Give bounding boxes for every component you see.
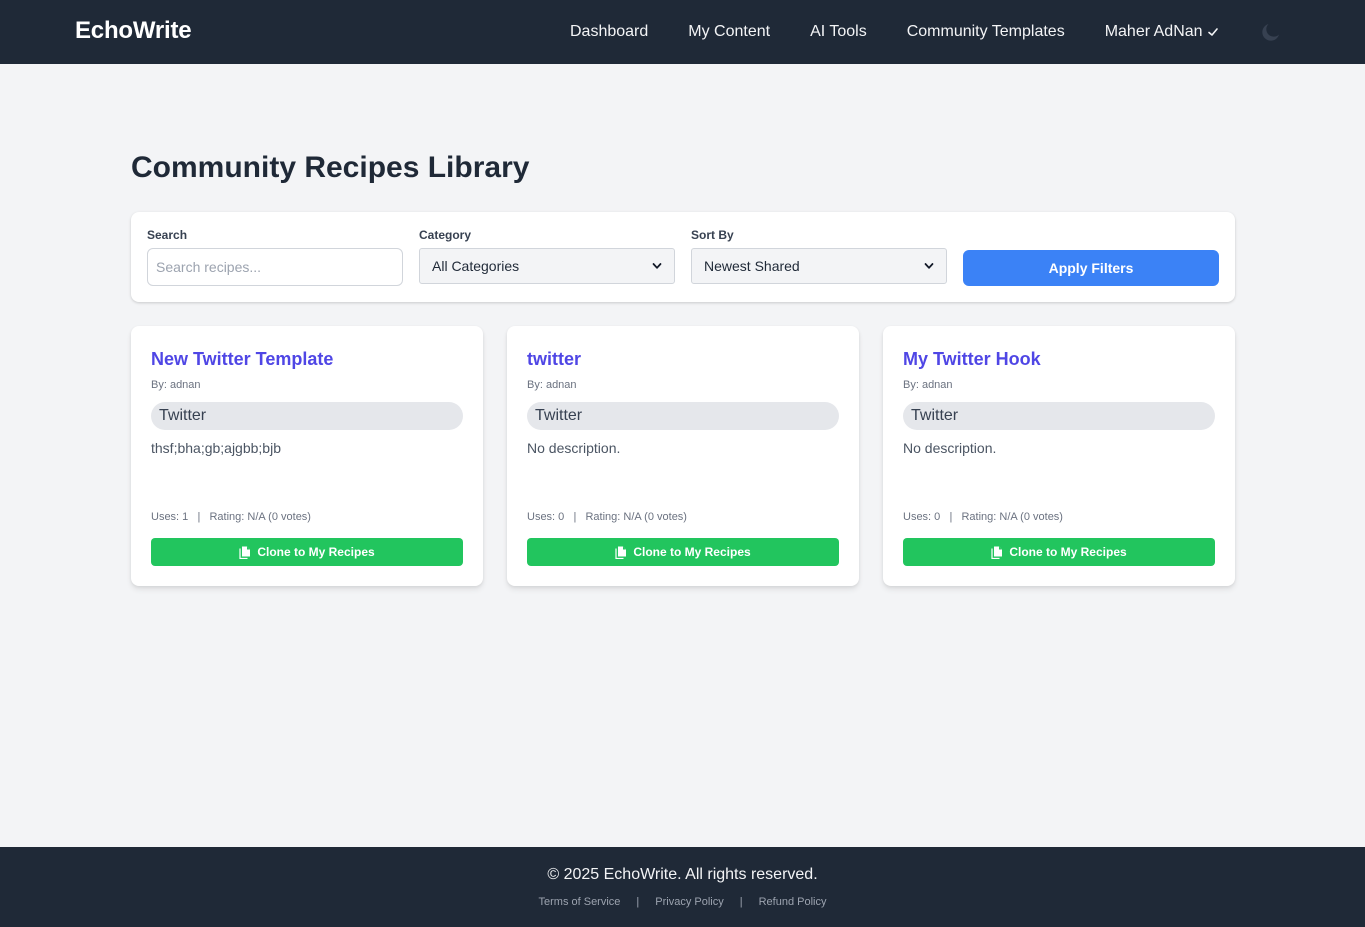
- nav-link-ai-tools[interactable]: AI Tools: [810, 23, 867, 41]
- footer-links: Terms of Service | Privacy Policy | Refu…: [0, 896, 1365, 908]
- footer-separator: |: [739, 896, 743, 908]
- user-name: Maher AdNan: [1104, 23, 1203, 40]
- moon-icon: [1262, 24, 1279, 41]
- main-nav: Dashboard My Content AI Tools Community …: [570, 0, 1219, 64]
- clone-button-label: Clone to My Recipes: [257, 545, 375, 559]
- clone-button-label: Clone to My Recipes: [633, 545, 751, 559]
- copy-icon: [239, 546, 251, 559]
- clone-recipe-button[interactable]: Clone to My Recipes: [527, 538, 839, 566]
- refund-policy-link[interactable]: Refund Policy: [759, 896, 827, 908]
- chevron-down-icon: [1207, 28, 1218, 36]
- search-input[interactable]: [147, 248, 403, 286]
- filter-panel: Search Category All Categories Sort By N…: [131, 212, 1235, 302]
- terms-of-service-link[interactable]: Terms of Service: [539, 896, 621, 908]
- category-label: Category: [419, 228, 472, 242]
- category-select[interactable]: All Categories: [419, 248, 675, 284]
- nav-link-community-templates[interactable]: Community Templates: [907, 23, 1065, 41]
- recipe-stats: Uses: 1 | Rating: N/A (0 votes): [151, 511, 311, 523]
- recipe-card: New Twitter Template By: adnan Twitter t…: [131, 326, 483, 586]
- recipe-description: No description.: [527, 440, 621, 456]
- category-tag: Twitter: [151, 402, 463, 430]
- recipe-card: twitter By: adnan Twitter No description…: [507, 326, 859, 586]
- chevron-down-icon: [924, 263, 934, 269]
- recipe-author: By: adnan: [151, 379, 201, 391]
- recipe-title[interactable]: twitter: [527, 349, 581, 370]
- recipe-author: By: adnan: [903, 379, 953, 391]
- recipe-description: No description.: [903, 440, 997, 456]
- sort-select[interactable]: Newest Shared: [691, 248, 947, 284]
- nav-link-dashboard[interactable]: Dashboard: [570, 23, 648, 41]
- nav-link-my-content[interactable]: My Content: [688, 23, 770, 41]
- user-menu[interactable]: Maher AdNan: [1105, 23, 1219, 41]
- recipe-card: My Twitter Hook By: adnan Twitter No des…: [883, 326, 1235, 586]
- footer-separator: |: [636, 896, 640, 908]
- recipe-stats: Uses: 0 | Rating: N/A (0 votes): [903, 511, 1063, 523]
- apply-filters-button[interactable]: Apply Filters: [963, 250, 1219, 286]
- brand-logo[interactable]: EchoWrite: [75, 17, 192, 45]
- copyright-text: © 2025 EchoWrite. All rights reserved.: [547, 866, 818, 883]
- recipe-description: thsf;bha;gb;ajgbb;bjb: [151, 440, 281, 456]
- recipe-title[interactable]: My Twitter Hook: [903, 349, 1041, 370]
- clone-recipe-button[interactable]: Clone to My Recipes: [151, 538, 463, 566]
- clone-button-label: Clone to My Recipes: [1009, 545, 1127, 559]
- theme-toggle-button[interactable]: [1259, 20, 1283, 44]
- page-footer: © 2025 EchoWrite. All rights reserved. T…: [0, 847, 1365, 927]
- clone-recipe-button[interactable]: Clone to My Recipes: [903, 538, 1215, 566]
- search-label: Search: [147, 228, 188, 242]
- top-navbar: EchoWrite Dashboard My Content AI Tools …: [0, 0, 1365, 64]
- category-tag: Twitter: [903, 402, 1215, 430]
- copy-icon: [991, 546, 1003, 559]
- page-title: Community Recipes Library: [131, 151, 530, 184]
- recipe-author: By: adnan: [527, 379, 577, 391]
- category-selected-value: All Categories: [432, 258, 520, 274]
- sort-label: Sort By: [691, 228, 734, 242]
- privacy-policy-link[interactable]: Privacy Policy: [655, 896, 723, 908]
- copy-icon: [615, 546, 627, 559]
- chevron-down-icon: [652, 263, 662, 269]
- recipe-stats: Uses: 0 | Rating: N/A (0 votes): [527, 511, 687, 523]
- sort-filter: Sort By Newest Shared: [691, 228, 947, 284]
- category-tag: Twitter: [527, 402, 839, 430]
- category-filter: Category All Categories: [419, 228, 675, 284]
- sort-selected-value: Newest Shared: [704, 258, 800, 274]
- search-filter: Search: [147, 228, 403, 286]
- recipe-title[interactable]: New Twitter Template: [151, 349, 333, 370]
